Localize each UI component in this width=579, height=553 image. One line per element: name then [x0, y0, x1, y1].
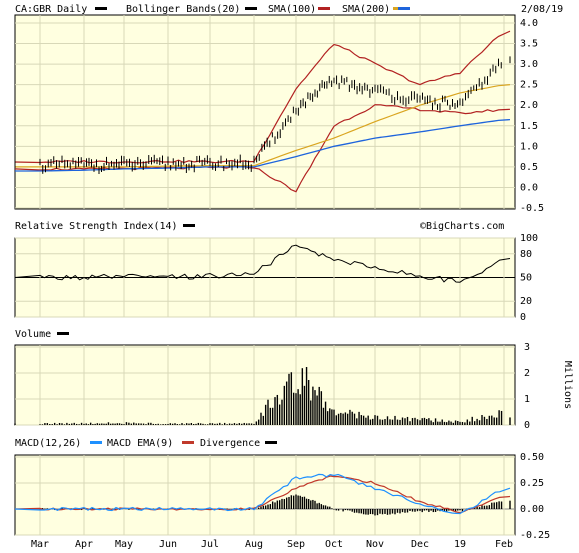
rsi-panel: Relative Strength Index(14) ©BigCharts.c… — [14, 221, 538, 323]
rsi-y-axis: 100 80 50 20 0 — [520, 233, 538, 323]
x-tick-label: Oct — [325, 539, 343, 550]
macd-panel-bg — [14, 454, 516, 536]
volume-tick-label: 3 — [524, 342, 530, 353]
volume-tick-label: 0 — [524, 420, 530, 431]
macd-title: MACD(12,26) — [15, 438, 81, 449]
volume-y-axis: 3 2 1 0 — [524, 342, 530, 431]
x-tick-label: Feb — [495, 539, 513, 550]
volume-title: Volume — [15, 329, 51, 340]
divergence-title: Divergence — [200, 438, 260, 449]
price-tick-label: 1.0 — [520, 141, 538, 152]
macd-legend-swatch — [90, 441, 102, 444]
date-label: 2/08/19 — [521, 4, 563, 15]
price-y-axis: 4.0 3.5 3.0 2.5 2.0 1.5 1.0 0.5 0.0 -0.5 — [520, 18, 544, 214]
price-tick-label: 2.0 — [520, 100, 538, 111]
macd-ema-title: MACD EMA(9) — [107, 438, 173, 449]
macd-ema-legend-swatch — [182, 441, 194, 444]
x-tick-label: May — [115, 539, 133, 550]
volume-tick-label: 2 — [524, 368, 530, 379]
x-axis: Mar Apr May Jun Jul Aug Sep Oct Nov Dec 19 Feb — [31, 539, 513, 550]
macd-tick-label: -0.25 — [520, 530, 550, 541]
x-tick-label: Jul — [201, 539, 219, 550]
x-tick-label: Apr — [75, 539, 93, 550]
rsi-tick-label: 50 — [520, 273, 532, 284]
sma200-line-swatch — [398, 7, 410, 10]
x-tick-label: 19 — [454, 539, 466, 550]
macd-panel: MACD(12,26) MACD EMA(9) Divergence 0.500… — [14, 438, 550, 541]
price-panel: CA:GBR Daily Bollinger Bands(20) SMA(100… — [14, 4, 563, 214]
sma100-label: SMA(100) — [268, 4, 316, 15]
price-tick-label: 0.0 — [520, 182, 538, 193]
rsi-tick-label: 20 — [520, 296, 532, 307]
symbol-legend-swatch — [95, 7, 107, 10]
volume-unit-label: Millions — [562, 361, 573, 409]
x-tick-label: Aug — [245, 539, 263, 550]
rsi-tick-label: 80 — [520, 249, 532, 260]
rsi-tick-label: 0 — [520, 312, 526, 323]
macd-y-axis: 0.50 0.25 0.00 -0.25 — [520, 452, 550, 541]
rsi-legend-swatch — [183, 224, 195, 227]
rsi-title: Relative Strength Index(14) — [15, 221, 178, 232]
price-tick-label: 3.0 — [520, 59, 538, 70]
bollinger-label: Bollinger Bands(20) — [126, 4, 240, 15]
divergence-legend-swatch — [265, 441, 277, 444]
price-tick-label: 4.0 — [520, 18, 538, 29]
price-tick-label: -0.5 — [520, 203, 544, 214]
macd-tick-label: 0.00 — [520, 504, 544, 515]
stock-chart: CA:GBR Daily Bollinger Bands(20) SMA(100… — [14, 4, 573, 550]
price-tick-label: 3.5 — [520, 39, 538, 50]
rsi-tick-label: 100 — [520, 233, 538, 244]
price-tick-label: 0.5 — [520, 162, 538, 173]
x-tick-label: Nov — [366, 539, 384, 550]
macd-tick-label: 0.50 — [520, 452, 544, 463]
x-tick-label: Sep — [287, 539, 305, 550]
symbol-label: CA:GBR Daily — [15, 4, 87, 15]
volume-tick-label: 1 — [524, 394, 530, 405]
bollinger-legend-swatch — [245, 7, 257, 10]
volume-panel: Volume 3 2 1 0 Millions — [14, 329, 573, 431]
sma100-legend-swatch — [318, 7, 330, 10]
x-tick-label: Jun — [159, 539, 177, 550]
watermark: ©BigCharts.com — [420, 221, 504, 232]
macd-tick-label: 0.25 — [520, 478, 544, 489]
x-tick-label: Dec — [411, 539, 429, 550]
volume-legend-swatch — [57, 332, 69, 335]
x-tick-label: Mar — [31, 539, 49, 550]
sma200-label: SMA(200) — [342, 4, 390, 15]
price-tick-label: 1.5 — [520, 121, 538, 132]
price-tick-label: 2.5 — [520, 80, 538, 91]
